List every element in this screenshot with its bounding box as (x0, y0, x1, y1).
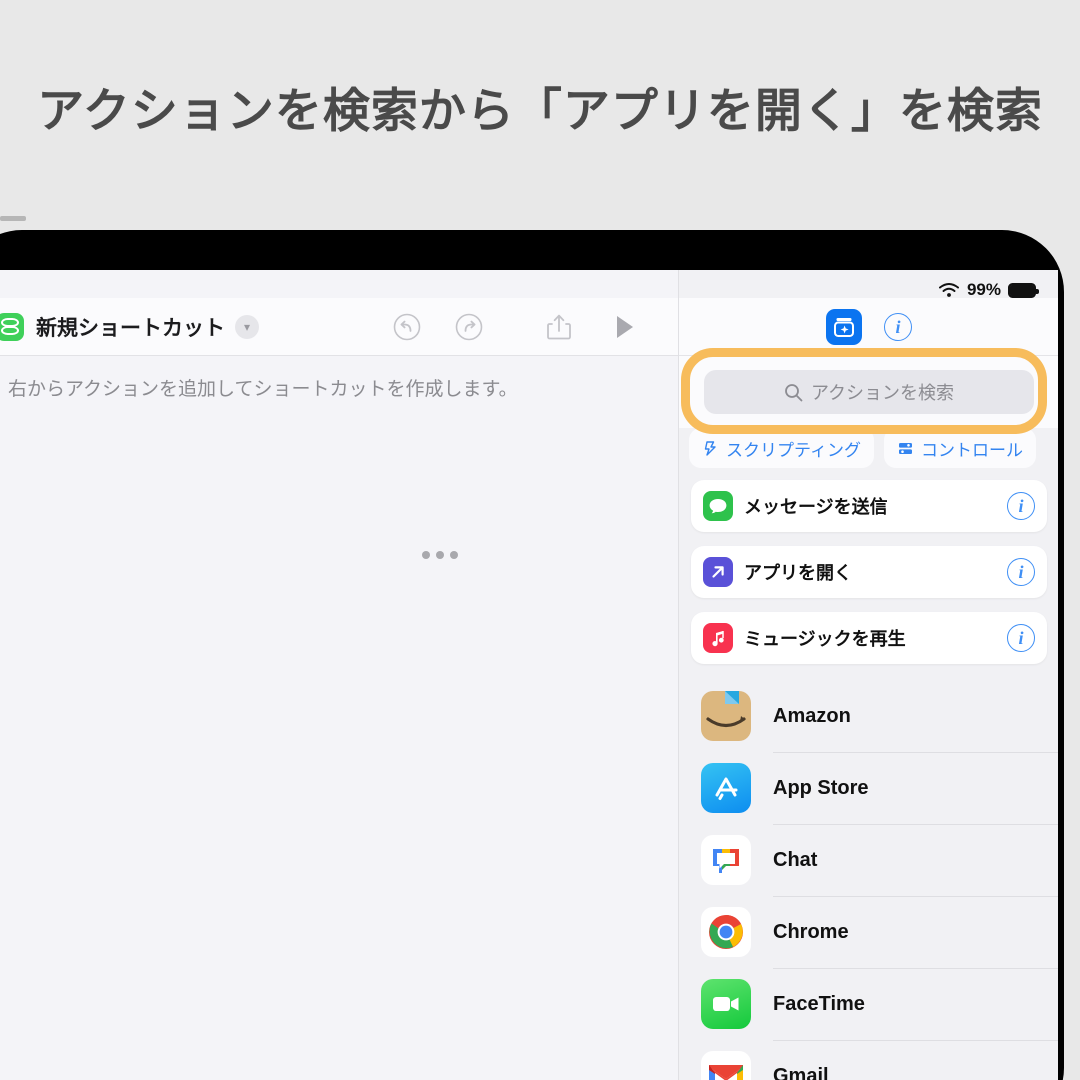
app-row-chat[interactable]: Chat (701, 824, 1058, 896)
search-row: アクションを検索 (679, 356, 1058, 428)
app-row-amazon[interactable]: Amazon (701, 680, 1058, 752)
undo-button[interactable] (392, 312, 422, 342)
handle-dot (436, 551, 444, 559)
redo-button[interactable] (454, 312, 484, 342)
category-chips-row: スクリプティング コントロール (679, 428, 1058, 476)
action-row-open-app[interactable]: アプリを開く i (691, 546, 1047, 598)
window-tab-stub (0, 216, 26, 221)
shortcut-editor-pane: 新規ショートカット ▾ 右からアクションを追加してショートカットを作成します。 (0, 270, 678, 1080)
library-header: i (679, 298, 1058, 356)
multitasking-handle[interactable] (422, 550, 458, 560)
add-action-sparkle-icon[interactable] (826, 308, 862, 345)
messages-icon (703, 491, 733, 521)
gmail-icon (701, 1051, 751, 1080)
app-row-app-store[interactable]: App Store (701, 752, 1058, 824)
app-label: Chat (773, 848, 818, 871)
app-row-chrome[interactable]: Chrome (701, 896, 1058, 968)
battery-percent: 99% (966, 280, 1001, 299)
search-input[interactable]: アクションを検索 (704, 370, 1034, 414)
action-row-play-music[interactable]: ミュージックを再生 i (691, 612, 1047, 664)
device-screen: 新規ショートカット ▾ 右からアクションを追加してショートカットを作成します。 … (0, 270, 1058, 1080)
search-placeholder: アクションを検索 (810, 383, 955, 403)
battery-fill (1010, 284, 1034, 296)
app-label: FaceTime (773, 992, 865, 1015)
shortcuts-app-icon (0, 312, 24, 341)
scripting-icon (704, 440, 716, 456)
handle-dot (450, 551, 458, 559)
chip-scripting[interactable]: スクリプティング (689, 428, 874, 468)
app-store-icon (701, 763, 751, 813)
battery-icon (1008, 282, 1039, 298)
chip-label: スクリプティング (726, 440, 861, 460)
chip-control[interactable]: コントロール (883, 428, 1036, 468)
open-app-icon (703, 557, 733, 587)
handle-dot (422, 551, 430, 559)
app-label: App Store (773, 776, 869, 799)
search-icon (785, 383, 803, 401)
caption-band: アクションを検索から「アプリを開く」を検索 (0, 0, 1080, 232)
chevron-down-icon[interactable]: ▾ (235, 314, 259, 339)
app-row-gmail[interactable]: Gmail (701, 1040, 1058, 1080)
app-label: Chrome (773, 920, 849, 943)
music-icon (703, 623, 733, 653)
app-label: Gmail (773, 1064, 829, 1080)
play-button[interactable] (614, 314, 636, 340)
control-icon (898, 442, 912, 454)
action-label: アプリを開く (744, 563, 852, 583)
info-icon[interactable]: i (1007, 558, 1035, 586)
action-row-send-message[interactable]: メッセージを送信 i (691, 480, 1047, 532)
info-icon[interactable]: i (884, 312, 912, 341)
apps-list: Amazon App Store Chat Chrome FaceTime Gm… (679, 680, 1058, 1080)
info-icon[interactable]: i (1007, 492, 1035, 520)
wifi-icon (938, 283, 959, 297)
empty-state-text: 右からアクションを追加してショートカットを作成します。 (8, 379, 518, 400)
facetime-icon (701, 979, 751, 1029)
share-button[interactable] (546, 312, 572, 342)
action-library-pane: 99% i アクションを検索 スクリプティング コントロール メッセージを送信 … (678, 270, 1058, 1080)
editor-toolbar: 新規ショートカット ▾ (0, 298, 678, 356)
app-label: Amazon (773, 704, 851, 727)
shortcut-title: 新規ショートカット (36, 316, 225, 340)
chip-label: コントロール (920, 440, 1023, 460)
google-chat-icon (701, 835, 751, 885)
actions-list: メッセージを送信 i アプリを開く i ミュージックを再生 i (679, 480, 1058, 678)
info-icon[interactable]: i (1007, 624, 1035, 652)
caption-text: アクションを検索から「アプリを開く」を検索 (37, 84, 1043, 137)
chrome-icon (701, 907, 751, 957)
action-label: ミュージックを再生 (744, 629, 906, 649)
action-label: メッセージを送信 (744, 497, 888, 517)
app-row-facetime[interactable]: FaceTime (701, 968, 1058, 1040)
amazon-icon (701, 691, 751, 741)
